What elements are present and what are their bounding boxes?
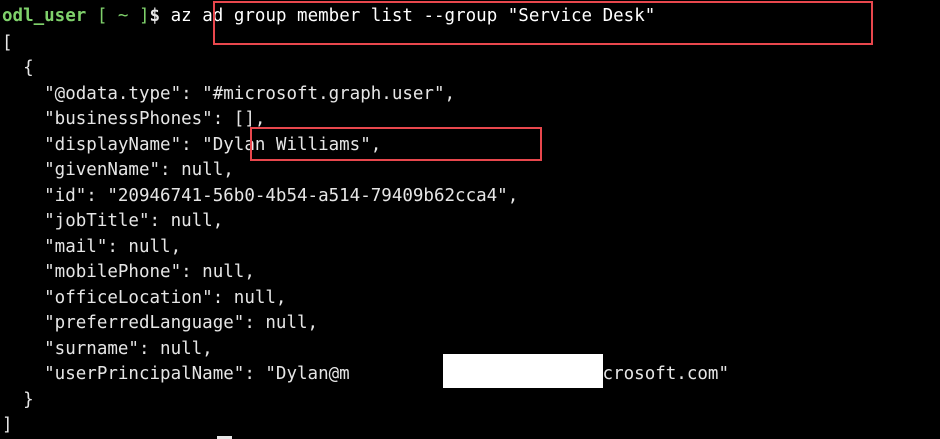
output-line: "businessPhones": [], — [2, 109, 266, 129]
output-line: "mobilePhone": null, — [2, 262, 255, 282]
output-line: } — [2, 390, 34, 410]
output-line: "jobTitle": null, — [2, 211, 224, 231]
prompt-symbol: $ — [149, 6, 161, 26]
terminal-window[interactable]: odl_user [ ~ ]$ az ad group member list … — [0, 0, 940, 439]
output-line: "givenName": null, — [2, 160, 234, 180]
output-line: "surname": null, — [2, 339, 213, 359]
prompt-path: [ ~ ] — [96, 6, 150, 26]
output-line: "id": "20946741-56b0-4b54-a514-79409b62c… — [2, 186, 519, 206]
output-line: "mail": null, — [2, 237, 182, 257]
output-line: "preferredLanguage": null, — [2, 313, 319, 333]
output-line: "officeLocation": null, — [2, 288, 287, 308]
output-line: [ — [2, 33, 13, 53]
displayname-highlight-box — [250, 127, 542, 161]
output-line: "userPrincipalName": "Dylan@m onmicrosof… — [2, 364, 729, 384]
output-line: "@odata.type": "#microsoft.graph.user", — [2, 84, 456, 104]
redaction-block — [443, 354, 603, 388]
output-line: ] — [2, 415, 13, 435]
output-line: { — [2, 58, 34, 78]
command-highlight-box — [213, 1, 873, 45]
prompt-user: odl_user — [2, 6, 87, 26]
